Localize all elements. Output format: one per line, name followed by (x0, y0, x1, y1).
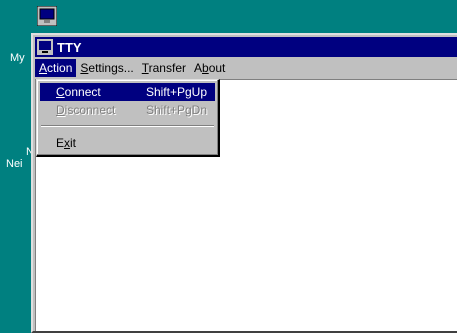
disconnect-label: Disconnect (56, 101, 115, 119)
menu-transfer-mnemonic: T (141, 61, 149, 75)
menu-about-pre: A (194, 61, 203, 75)
disconnect-rest: isconnect (64, 103, 116, 117)
menu-action[interactable]: Action (35, 59, 77, 77)
menu-about[interactable]: About (190, 59, 229, 77)
menu-about-mnemonic: b (202, 61, 209, 75)
connect-label: Connect (56, 83, 101, 101)
menu-item-exit[interactable]: Exit (40, 134, 215, 152)
menu-bar: Action Settings... Transfer About (35, 58, 457, 78)
menu-action-rest: ction (47, 61, 73, 75)
desktop-icon-label-my[interactable]: My (10, 52, 25, 64)
disconnect-shortcut: Shift+PgDn (145, 103, 207, 117)
computer-desktop-icon[interactable] (36, 5, 58, 27)
menu-about-rest: out (208, 61, 226, 75)
terminal-app-icon[interactable] (37, 39, 53, 55)
menu-action-mnemonic: A (39, 61, 48, 75)
disconnect-mnemonic: D (56, 103, 65, 117)
exit-pre: E (56, 136, 65, 150)
menu-settings[interactable]: Settings... (76, 59, 137, 77)
menu-item-connect[interactable]: Connect Shift+PgUp (40, 83, 215, 101)
tty-window: TTY Action Settings... Transfer About (31, 33, 457, 333)
connect-shortcut: Shift+PgUp (145, 85, 207, 99)
menu-transfer-rest: ransfer (148, 61, 186, 75)
desktop-icon-label-nei[interactable]: Nei (6, 158, 23, 170)
menu-settings-rest: ettings... (88, 61, 134, 75)
exit-rest: it (70, 136, 77, 150)
menu-item-disconnect: Disconnect Shift+PgDn (40, 101, 215, 119)
menu-transfer[interactable]: Transfer (138, 59, 190, 77)
connect-rest: onnect (64, 85, 101, 99)
action-dropdown-menu: Connect Shift+PgUp Disconnect Shift+PgDn… (36, 79, 220, 157)
menu-separator (41, 125, 214, 127)
title-bar[interactable]: TTY (35, 37, 457, 57)
exit-label: Exit (56, 134, 76, 152)
connect-mnemonic: C (56, 85, 65, 99)
window-title: TTY (57, 39, 82, 55)
